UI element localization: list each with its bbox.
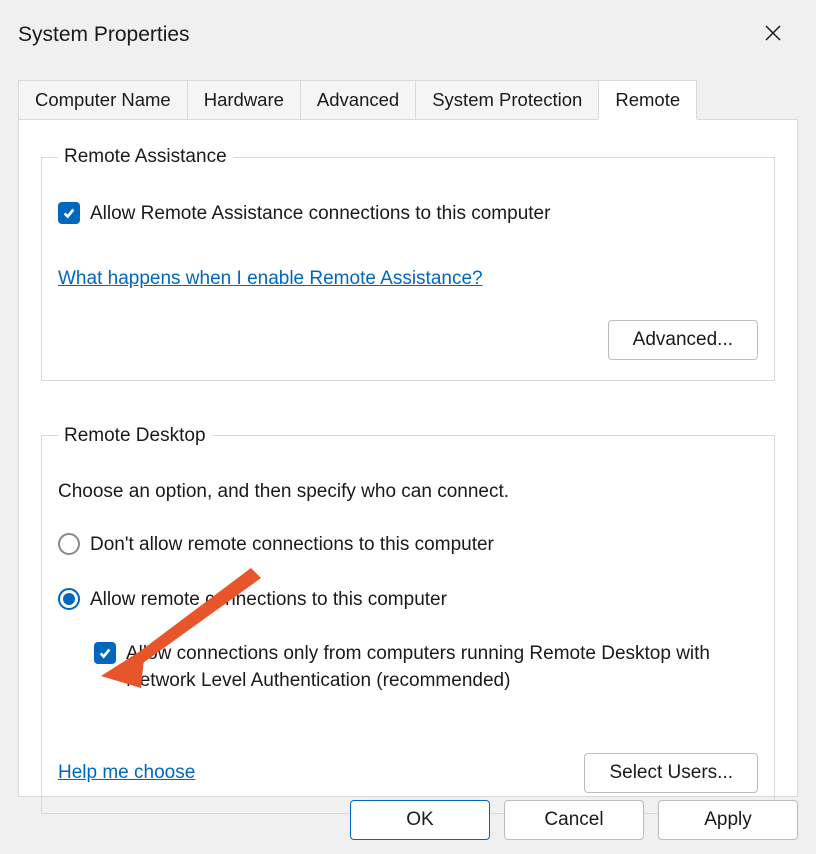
tab-hardware[interactable]: Hardware xyxy=(187,80,301,120)
remote-desktop-legend: Remote Desktop xyxy=(58,425,212,447)
remote-assistance-help-link[interactable]: What happens when I enable Remote Assist… xyxy=(58,268,483,290)
ok-button[interactable]: OK xyxy=(350,800,490,840)
allow-remote-assistance-checkbox[interactable] xyxy=(58,202,80,224)
apply-button[interactable]: Apply xyxy=(658,800,798,840)
deny-remote-label: Don't allow remote connections to this c… xyxy=(90,531,494,559)
deny-remote-radio[interactable] xyxy=(58,533,80,555)
window-title: System Properties xyxy=(18,23,190,47)
remote-desktop-instruction: Choose an option, and then specify who c… xyxy=(58,481,758,503)
close-icon xyxy=(764,24,782,42)
remote-assistance-legend: Remote Assistance xyxy=(58,146,233,168)
allow-remote-assistance-label: Allow Remote Assistance connections to t… xyxy=(90,200,550,228)
nla-label: Allow connections only from computers ru… xyxy=(126,640,758,695)
checkmark-icon xyxy=(62,206,76,220)
tab-remote[interactable]: Remote xyxy=(598,80,697,120)
help-me-choose-link[interactable]: Help me choose xyxy=(58,762,195,784)
tab-panel-remote: Remote Assistance Allow Remote Assistanc… xyxy=(18,119,798,797)
remote-assistance-group: Remote Assistance Allow Remote Assistanc… xyxy=(41,146,775,381)
close-button[interactable] xyxy=(754,18,792,52)
tab-computer-name[interactable]: Computer Name xyxy=(18,80,188,120)
remote-desktop-group: Remote Desktop Choose an option, and the… xyxy=(41,425,775,814)
nla-checkbox[interactable] xyxy=(94,642,116,664)
checkmark-icon xyxy=(98,646,112,660)
tab-advanced[interactable]: Advanced xyxy=(300,80,416,120)
tab-system-protection[interactable]: System Protection xyxy=(415,80,599,120)
cancel-button[interactable]: Cancel xyxy=(504,800,644,840)
allow-remote-radio[interactable] xyxy=(58,588,80,610)
remote-assistance-advanced-button[interactable]: Advanced... xyxy=(608,320,758,360)
tab-strip: Computer Name Hardware Advanced System P… xyxy=(18,80,798,120)
select-users-button[interactable]: Select Users... xyxy=(584,753,758,793)
allow-remote-label: Allow remote connections to this compute… xyxy=(90,586,447,614)
